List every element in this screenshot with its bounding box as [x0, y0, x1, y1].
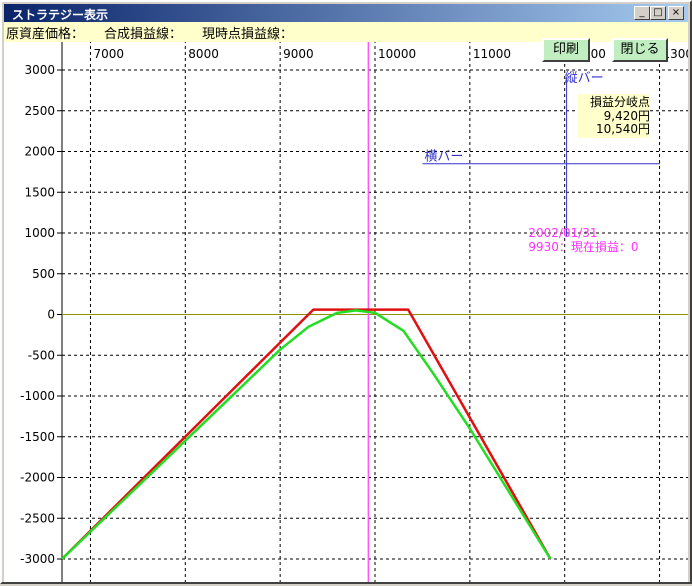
- strategy-window: ストラテジー表示 _ □ × 原資産価格： 合成損益線： 現時点損益線： 700…: [0, 0, 692, 584]
- cursor-readout-label: 9930：現在損益：0: [528, 239, 638, 254]
- current-pnl-line: [61, 309, 552, 560]
- title-bar: ストラテジー表示 _ □ ×: [4, 4, 688, 22]
- pnl-chart[interactable]: 7000800090001000011000120001300030002500…: [4, 40, 692, 584]
- current-pnl-label: 現時点損益線：: [202, 27, 294, 42]
- breakeven-title: 損益分岐点: [590, 94, 650, 109]
- y-tick-label: 2500: [24, 104, 55, 118]
- y-tick-label: -1000: [20, 389, 55, 403]
- underlying-price-label: 原資産価格：: [6, 27, 85, 42]
- expiry-pnl-line: [61, 308, 552, 560]
- horizontal-bar-label: 横バー: [424, 150, 463, 165]
- composite-pnl-label: 合成損益線：: [104, 27, 183, 42]
- close-button[interactable]: 閉じる: [612, 38, 668, 62]
- y-tick-label: -2000: [20, 471, 55, 485]
- x-tick-label: 7000: [93, 47, 124, 61]
- y-tick-label: -2500: [20, 511, 55, 525]
- y-tick-label: 500: [32, 267, 55, 281]
- y-tick-label: 3000: [24, 63, 55, 77]
- y-tick-label: -500: [28, 348, 55, 362]
- y-tick-label: 1000: [24, 226, 55, 240]
- x-tick-label: 10000: [378, 47, 416, 61]
- y-tick-label: 0: [47, 308, 55, 322]
- x-tick-label: 8000: [188, 47, 219, 61]
- x-tick-label: 11000: [473, 47, 511, 61]
- maximize-button[interactable]: □: [650, 6, 666, 20]
- y-tick-label: 1500: [24, 185, 55, 199]
- window-title: ストラテジー表示: [12, 8, 109, 22]
- breakeven-value: 9,420円: [604, 109, 650, 123]
- minimize-button[interactable]: _: [634, 6, 650, 20]
- plot-area[interactable]: 7000800090001000011000120001300030002500…: [4, 40, 692, 584]
- close-window-button[interactable]: ×: [668, 6, 684, 20]
- vertical-bar-label: 縦バー: [565, 71, 604, 86]
- y-tick-label: -3000: [20, 552, 55, 566]
- cursor-date-label: 2002/01/31: [528, 226, 597, 240]
- print-button[interactable]: 印刷: [542, 38, 590, 62]
- x-tick-label: 9000: [283, 47, 314, 61]
- breakeven-value: 10,540円: [596, 122, 650, 136]
- y-tick-label: 2000: [24, 145, 55, 159]
- y-tick-label: -1500: [20, 430, 55, 444]
